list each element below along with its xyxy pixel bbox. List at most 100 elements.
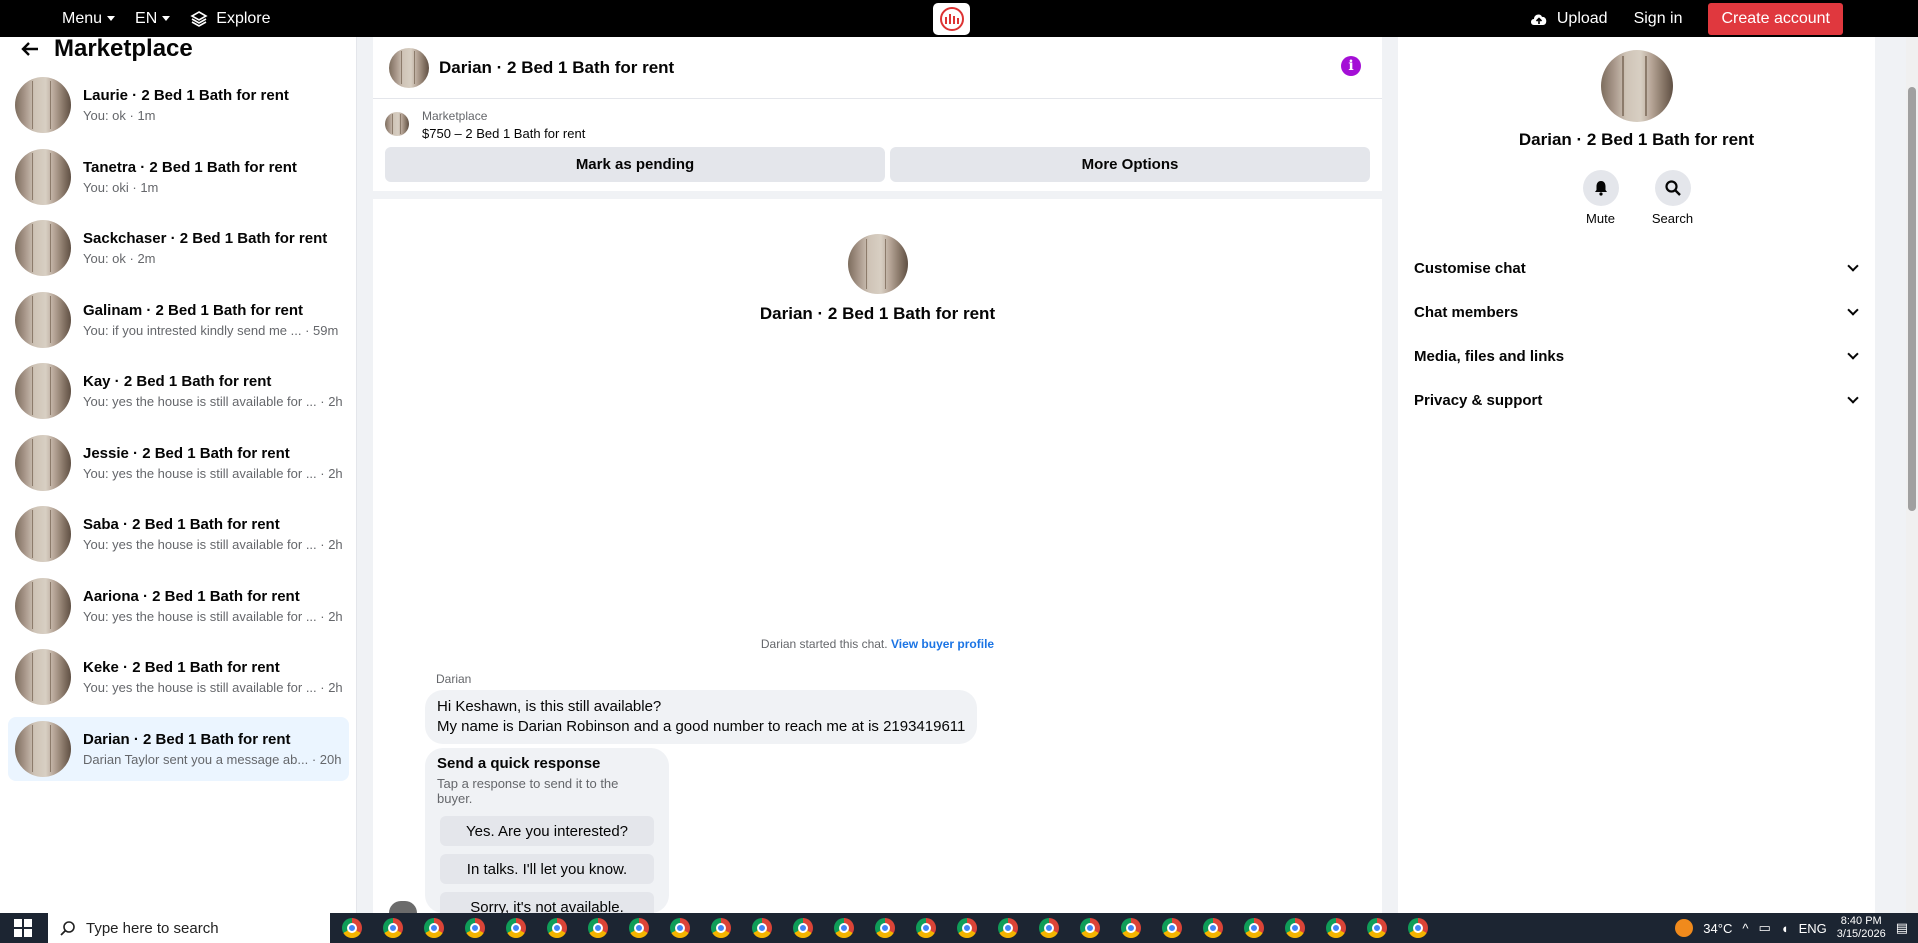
view-buyer-profile-link[interactable]: View buyer profile xyxy=(891,637,994,651)
conversation-preview: You: yes the house is still available fo… xyxy=(83,394,343,409)
customise-chat-section[interactable]: Customise chat xyxy=(1414,246,1863,290)
scrollbar-thumb[interactable] xyxy=(1908,87,1916,511)
taskbar-app-icon[interactable] xyxy=(1035,917,1063,939)
taskbar-search[interactable]: Type here to search xyxy=(48,913,330,943)
conversation-item[interactable]: Galinam · 2 Bed 1 Bath for rent You: if y… xyxy=(8,288,349,352)
taskbar-app-icon[interactable] xyxy=(666,917,694,939)
taskbar-app-icon[interactable] xyxy=(789,917,817,939)
menu-dropdown[interactable]: Menu xyxy=(62,10,116,28)
taskbar-app-icon[interactable] xyxy=(830,917,858,939)
quick-response-title: Send a quick response xyxy=(437,755,601,772)
taskbar-app-icon[interactable] xyxy=(543,917,571,939)
language-label: EN xyxy=(135,9,158,27)
taskbar-app-icon[interactable] xyxy=(1363,917,1391,939)
conversation-preview: Darian Taylor sent you a message ab... ·… xyxy=(83,751,342,767)
taskbar-app-icon[interactable] xyxy=(994,917,1022,939)
conversation-item[interactable]: Tanetra · 2 Bed 1 Bath for rent You: oki … xyxy=(8,145,349,209)
taskbar-app-icon[interactable] xyxy=(912,917,940,939)
taskbar-app-icon[interactable] xyxy=(584,917,612,939)
upload-button[interactable]: Upload xyxy=(1529,10,1608,28)
upload-label: Upload xyxy=(1556,9,1608,27)
site-logo[interactable] xyxy=(933,3,970,35)
back-arrow-icon[interactable] xyxy=(20,41,40,57)
conversation-item[interactable]: Jessie · 2 Bed 1 Bath for rent You: yes t… xyxy=(8,431,349,495)
taskbar-app-icon[interactable] xyxy=(707,917,735,939)
taskbar-app-icon[interactable] xyxy=(625,917,653,939)
browser-icon xyxy=(1080,918,1100,938)
section-divider xyxy=(373,191,1382,199)
conversation-item[interactable]: Sackchaser · 2 Bed 1 Bath for rent You: o… xyxy=(8,216,349,280)
details-actions: Mute Search xyxy=(1398,170,1875,226)
conversation-name: Sackchaser · 2 Bed 1 Bath for rent xyxy=(83,230,328,247)
conversation-name: Jessie · 2 Bed 1 Bath for rent xyxy=(83,444,290,462)
taskbar-app-icon[interactable] xyxy=(1322,917,1350,939)
browser-icon xyxy=(670,918,690,938)
conversation-item[interactable]: Darian · 2 Bed 1 Bath for rent Darian Tay… xyxy=(8,716,349,781)
clock[interactable]: 8:40 PM 3/15/2026 xyxy=(1837,915,1886,941)
avatar[interactable] xyxy=(847,234,908,294)
taskbar-app-icon[interactable] xyxy=(1199,917,1227,939)
media-files-links-section[interactable]: Media, files and links xyxy=(1414,334,1863,378)
info-icon[interactable]: i xyxy=(1341,56,1361,76)
taskbar-app-icon[interactable] xyxy=(502,917,530,939)
conversation-name: Keke · 2 Bed 1 Bath for rent xyxy=(83,659,280,676)
taskbar-app-icon[interactable] xyxy=(1281,917,1309,939)
browser-icon xyxy=(793,918,813,938)
details-sections: Customise chat Chat members Media, files… xyxy=(1398,246,1875,422)
sign-in-link[interactable]: Sign in xyxy=(1634,10,1683,28)
taskbar-app-icon[interactable] xyxy=(420,917,448,939)
listing-summary[interactable]: Marketplace $750 – 2 Bed 1 Bath for rent xyxy=(373,99,1382,147)
taskbar-app-icon[interactable] xyxy=(748,917,776,939)
create-account-button[interactable]: Create account xyxy=(1708,2,1843,35)
quick-response-button[interactable]: In talks. I'll let you know. xyxy=(440,854,654,884)
taskbar-app-icon[interactable] xyxy=(1117,917,1145,939)
avatar[interactable] xyxy=(1600,50,1673,122)
conversation-item[interactable]: Saba · 2 Bed 1 Bath for rent You: yes the… xyxy=(8,502,349,566)
language-dropdown[interactable]: EN xyxy=(135,9,171,28)
network-icon[interactable]: ▭ xyxy=(1758,920,1770,936)
temperature[interactable]: 34°C xyxy=(1703,921,1732,936)
chevron-down-icon xyxy=(1847,348,1859,360)
chevron-up-icon[interactable]: ^ xyxy=(1742,921,1748,936)
conversation-name: Aariona · 2 Bed 1 Bath for rent xyxy=(83,587,300,605)
taskbar-app-icon[interactable] xyxy=(1240,917,1268,939)
conversation-item[interactable]: Aariona · 2 Bed 1 Bath for rent You: yes … xyxy=(8,574,349,638)
chat-title[interactable]: Darian · 2 Bed 1 Bath for rent xyxy=(439,58,674,78)
conversation-item[interactable]: Keke · 2 Bed 1 Bath for rent You: yes the… xyxy=(8,645,349,709)
page-scrollbar[interactable] xyxy=(1906,37,1918,913)
details-name: Darian · 2 Bed 1 Bath for rent xyxy=(1518,130,1755,149)
quick-response-button[interactable]: Yes. Are you interested? xyxy=(440,816,654,846)
conversation-item[interactable]: Laurie · 2 Bed 1 Bath for rent You: ok · … xyxy=(8,73,349,137)
taskbar-app-icon[interactable] xyxy=(338,917,366,939)
mark-pending-button[interactable]: Mark as pending xyxy=(385,147,885,182)
quick-response-card: Send a quick response Tap a response to … xyxy=(425,748,669,922)
browser-icon xyxy=(1367,918,1387,938)
avatar xyxy=(15,434,71,491)
message-line: Hi Keshawn, is this still available? xyxy=(437,698,662,715)
taskbar-app-icon[interactable] xyxy=(953,917,981,939)
taskbar-app-icon[interactable] xyxy=(871,917,899,939)
started-text: Darian started this chat. xyxy=(760,637,888,651)
chevron-down-icon xyxy=(107,16,116,21)
search-button[interactable]: Search xyxy=(1652,170,1693,226)
clock-time: 8:40 PM xyxy=(1840,915,1882,927)
conversation-item[interactable]: Kay · 2 Bed 1 Bath for rent You: yes the … xyxy=(8,359,349,423)
chat-members-section[interactable]: Chat members xyxy=(1414,290,1863,334)
taskbar-app-icon[interactable] xyxy=(1404,917,1432,939)
notifications-icon[interactable]: ▤ xyxy=(1896,920,1908,936)
conversation-name: Tanetra · 2 Bed 1 Bath for rent xyxy=(83,158,297,176)
explore-link[interactable]: Explore xyxy=(190,10,271,28)
taskbar-app-icon[interactable] xyxy=(379,917,407,939)
taskbar-app-icon[interactable] xyxy=(1076,917,1104,939)
taskbar-app-icon[interactable] xyxy=(461,917,489,939)
mute-button[interactable]: Mute xyxy=(1582,170,1619,226)
privacy-support-section[interactable]: Privacy & support xyxy=(1414,378,1863,422)
page-title: Marketplace xyxy=(54,35,193,62)
language-indicator[interactable]: ENG xyxy=(1799,921,1827,936)
avatar[interactable] xyxy=(389,47,429,88)
volume-icon[interactable]: ◖ xyxy=(1781,921,1789,936)
weather-icon[interactable] xyxy=(1675,919,1694,937)
taskbar-app-icon[interactable] xyxy=(1158,917,1186,939)
windows-start-icon[interactable] xyxy=(14,919,32,937)
more-options-button[interactable]: More Options xyxy=(890,147,1370,182)
